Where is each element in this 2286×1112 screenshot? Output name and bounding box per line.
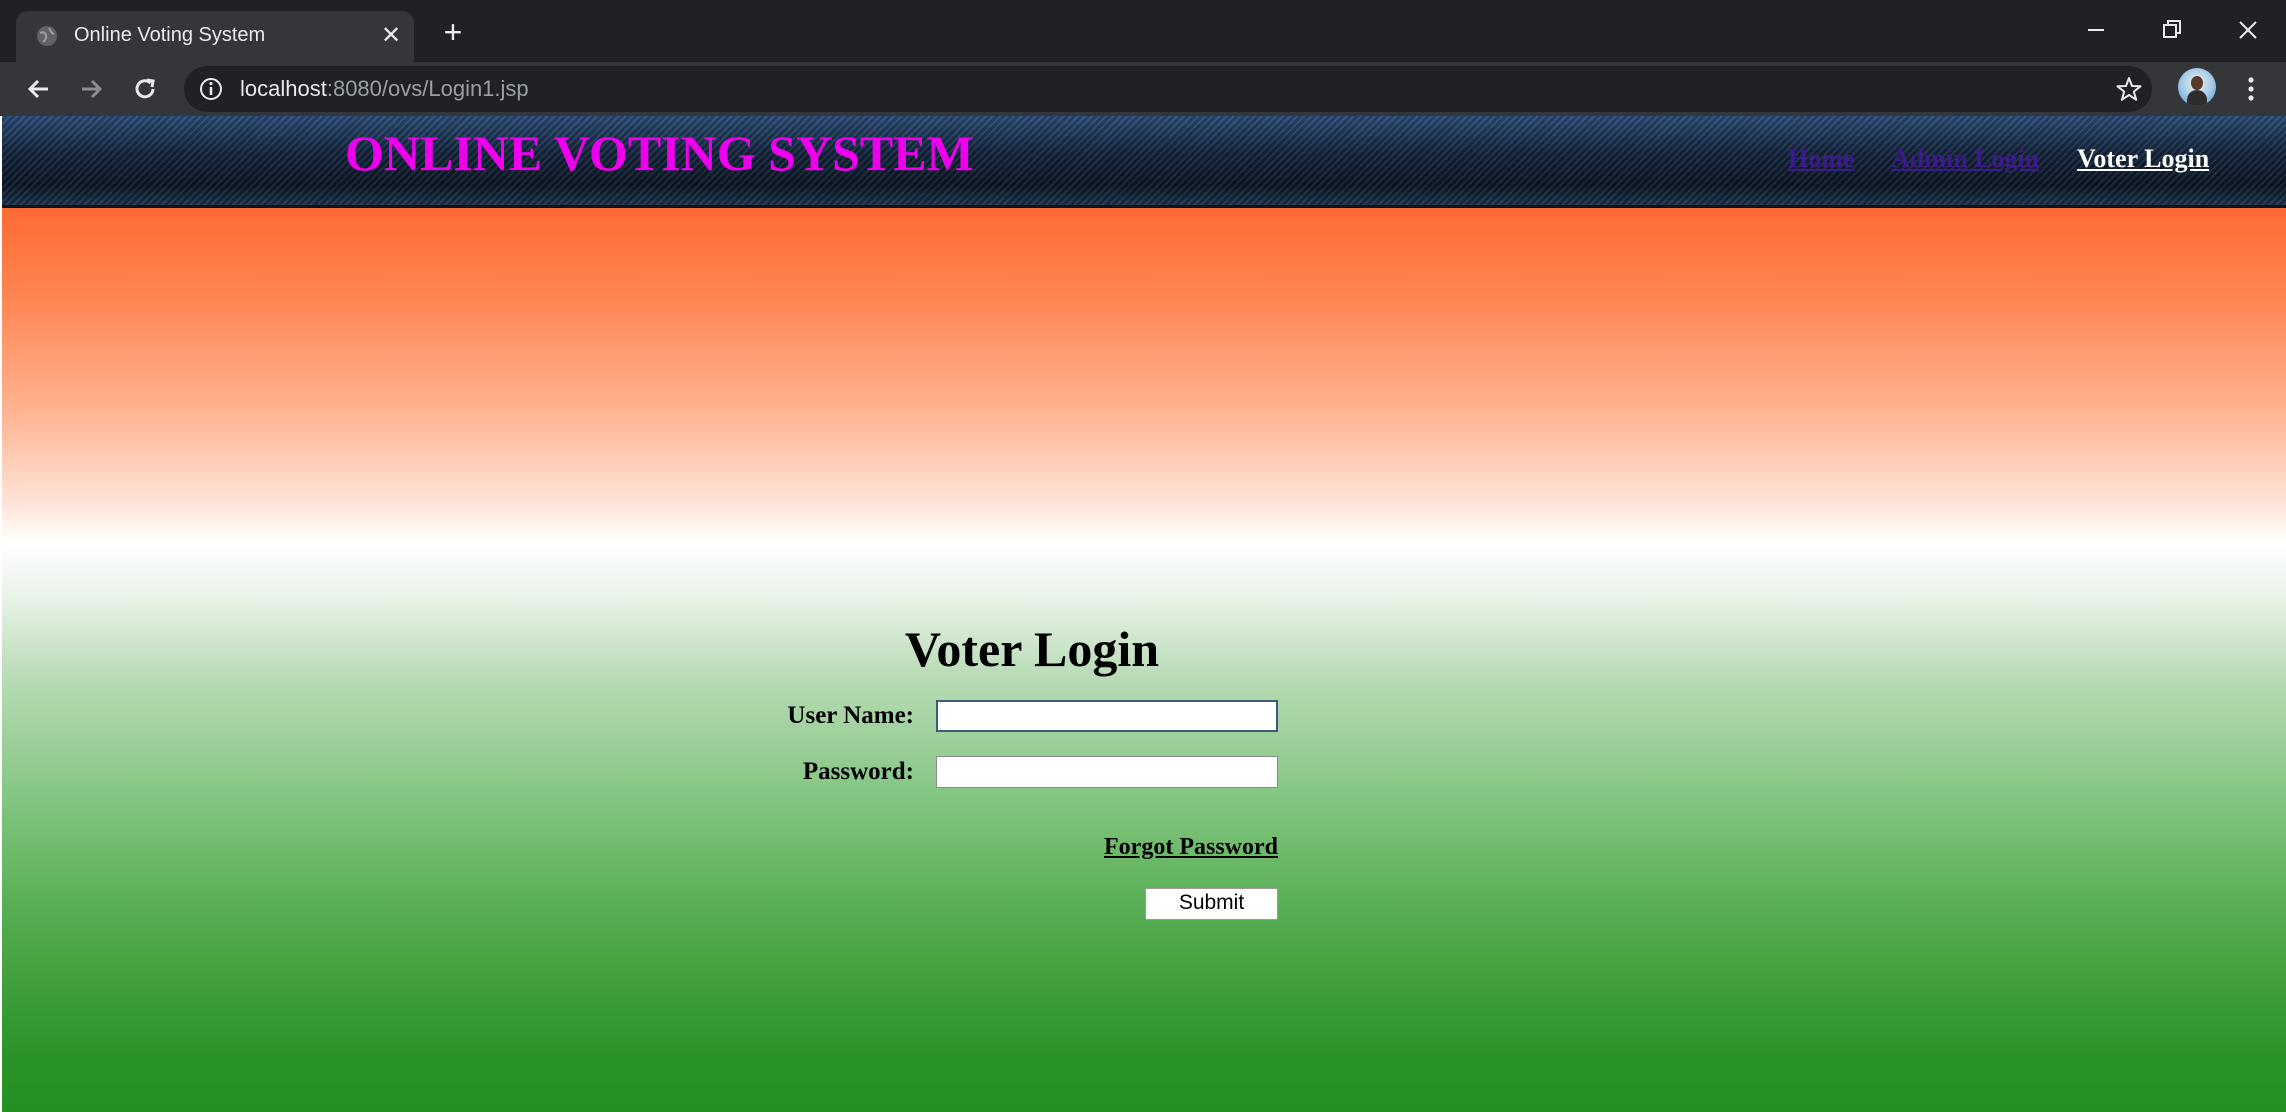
site-header: ONLINE VOTING SYSTEM Home Admin Login Vo… [2,116,2286,208]
avatar-head [2191,76,2203,90]
url-host: localhost [240,76,327,101]
password-input[interactable] [936,756,1278,788]
avatar-body [2187,90,2207,106]
nav-home-link[interactable]: Home [1788,144,1854,174]
back-arrow-icon[interactable] [20,70,58,108]
nav-admin-login-link[interactable]: Admin Login [1891,144,2039,174]
password-label: Password: [802,758,914,785]
web-page: ONLINE VOTING SYSTEM Home Admin Login Vo… [2,116,2286,1112]
bookmark-star-icon[interactable] [2114,74,2144,104]
login-content: Voter Login User Name: Password: Forgot … [2,208,2286,1112]
minimize-icon[interactable] [2076,10,2116,50]
site-info-icon[interactable] [198,76,224,102]
more-menu-icon[interactable] [2240,74,2262,104]
restore-icon[interactable] [2152,10,2192,50]
url-path: :8080/ovs/Login1.jsp [326,76,529,101]
username-label: User Name: [787,702,914,729]
forgot-password-link[interactable]: Forgot Password [1082,834,1278,861]
site-title: ONLINE VOTING SYSTEM [345,125,974,181]
nav-voter-login-link[interactable]: Voter Login [2077,144,2209,174]
browser-tab[interactable]: Online Voting System ✕ [16,11,414,62]
browser-toolbar: localhost:8080/ovs/Login1.jsp [0,62,2286,116]
submit-button[interactable]: Submit [1145,888,1278,920]
close-window-icon[interactable] [2228,10,2268,50]
url-text[interactable]: localhost:8080/ovs/Login1.jsp [240,76,529,102]
login-heading: Voter Login [904,621,1160,677]
browser-tabstrip: Online Voting System ✕ + [0,0,2286,62]
username-input[interactable] [936,700,1278,732]
tab-title: Online Voting System [74,24,266,46]
close-tab-icon[interactable]: ✕ [378,23,404,49]
reload-icon[interactable] [126,70,164,108]
globe-icon [37,26,57,46]
forward-arrow-icon[interactable] [72,70,110,108]
new-tab-button[interactable]: + [436,16,470,50]
profile-avatar[interactable] [2178,68,2216,106]
address-bar[interactable]: localhost:8080/ovs/Login1.jsp [184,66,2152,112]
